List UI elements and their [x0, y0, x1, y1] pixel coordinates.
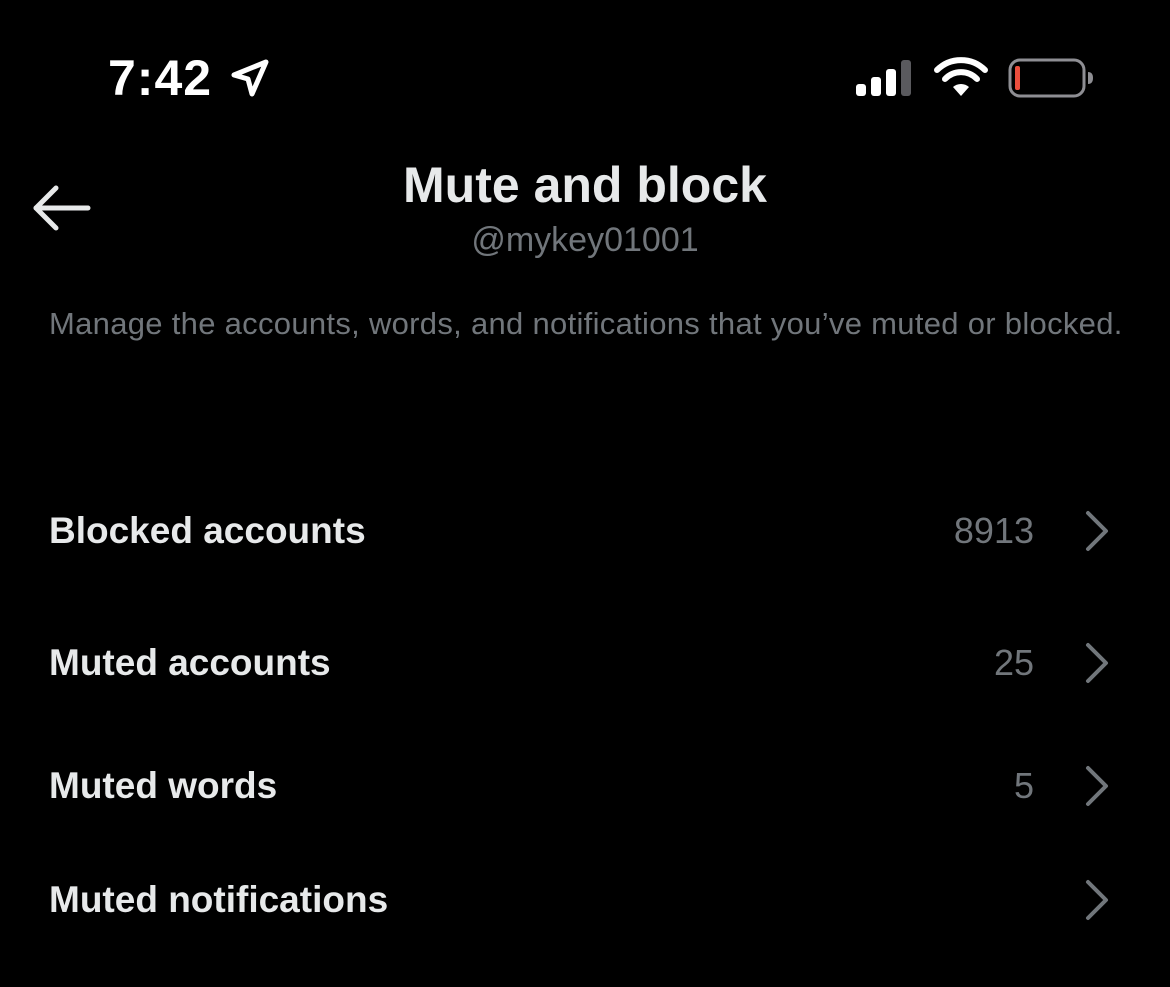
muted-words-row[interactable]: Muted words 5 — [0, 736, 1170, 836]
row-label: Muted notifications — [49, 879, 389, 920]
chevron-right-icon — [1086, 643, 1108, 683]
location-arrow-icon — [231, 59, 269, 97]
wifi-icon — [934, 57, 988, 96]
row-label: Muted accounts — [49, 642, 331, 683]
battery-low-icon — [1008, 58, 1093, 98]
cellular-signal-icon — [856, 60, 911, 96]
chevron-right-icon — [1086, 766, 1108, 806]
row-label: Blocked accounts — [49, 510, 366, 551]
status-bar: 7:42 — [0, 0, 1170, 150]
row-count: 5 — [1013, 765, 1034, 806]
muted-notifications-row[interactable]: Muted notifications — [0, 850, 1170, 950]
page-title: Mute and block — [403, 157, 767, 213]
blocked-accounts-row[interactable]: Blocked accounts 8913 — [0, 481, 1170, 581]
muted-accounts-row[interactable]: Muted accounts 25 — [0, 613, 1170, 713]
chevron-right-icon — [1086, 511, 1108, 551]
account-handle: @mykey01001 — [471, 221, 699, 259]
row-count: 25 — [993, 642, 1034, 683]
page-description: Manage the accounts, words, and notifica… — [49, 306, 1123, 341]
row-label: Muted words — [49, 765, 278, 806]
row-count: 8913 — [953, 510, 1034, 551]
chevron-right-icon — [1086, 880, 1108, 920]
status-time: 7:42 — [108, 50, 213, 106]
